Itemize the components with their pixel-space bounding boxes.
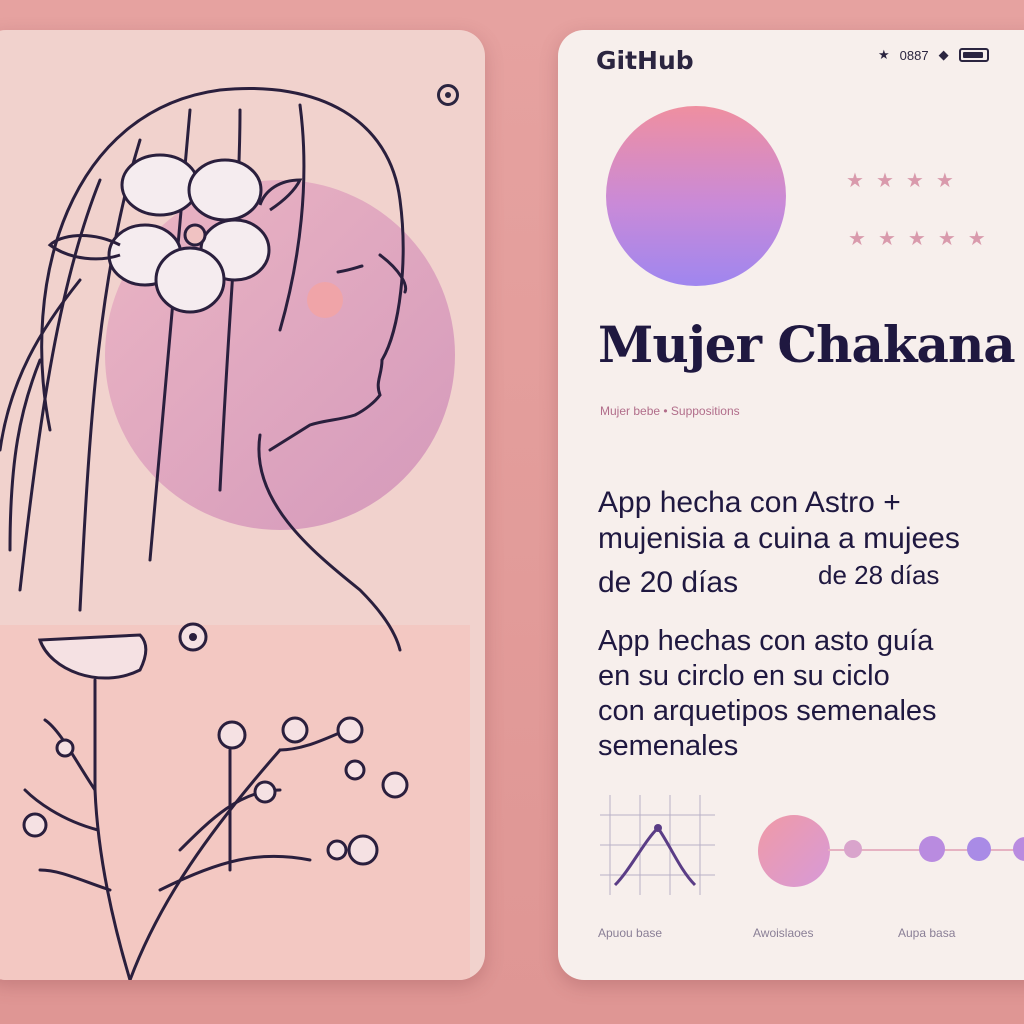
phase-indicator[interactable]: [758, 815, 830, 887]
subtitle: Mujer bebe • Suppositions: [600, 404, 740, 418]
battery-icon: [958, 48, 989, 62]
star-icon: ★: [935, 170, 954, 192]
description-block-2: App hechas con asto guía en su circlo en…: [598, 624, 937, 764]
star-icon: ★: [846, 170, 864, 192]
star-icon: ★: [967, 228, 986, 250]
star-icon: ★: [875, 170, 894, 192]
star-icon: ★: [907, 228, 926, 250]
phase-dot[interactable]: [919, 836, 945, 862]
cheek: [307, 282, 343, 318]
drop-icon: ◆: [938, 47, 949, 62]
footer-label[interactable]: Awoislaoes: [753, 926, 813, 940]
cycle-chart[interactable]: [600, 790, 720, 900]
description-block-1: App hecha con Astro + mujenisia a cuina …: [598, 485, 960, 599]
status-bar: ★ 0887 ◆: [878, 47, 989, 63]
brand-name[interactable]: GitHub: [596, 46, 694, 75]
page-title: Mujer Chakana: [598, 315, 1016, 374]
phase-dot[interactable]: [967, 837, 991, 861]
rating-row-1: ★ ★ ★ ★: [846, 168, 954, 193]
description-line: App hechas con asto guía: [598, 625, 934, 657]
description-line: semenales: [598, 730, 739, 762]
star-icon: ★: [937, 228, 956, 250]
star-icon: ★: [878, 47, 890, 62]
star-icon: ★: [848, 228, 866, 250]
description-line: con arquetipos semenales: [598, 695, 937, 727]
phase-dot[interactable]: [844, 840, 862, 858]
app-card: GitHub ★ 0887 ◆ ★ ★ ★ ★ ★ ★ ★ ★ ★ Mujer Chaka…: [558, 30, 1024, 980]
description-line: de 20 días: [598, 566, 739, 599]
description-line: de 28 días: [818, 560, 940, 590]
profile-orb[interactable]: [606, 106, 786, 286]
star-icon: ★: [877, 228, 896, 250]
rating-row-2: ★ ★ ★ ★ ★: [848, 226, 986, 251]
description-line: en su circlo en su ciclo: [598, 660, 890, 692]
description-line: mujenisia a cuina a mujees: [598, 522, 960, 555]
status-text: 0887: [899, 47, 929, 63]
woman-flower-illustration: [0, 87, 470, 980]
description-line: App hecha con Astro +: [598, 486, 901, 519]
phase-dot[interactable]: [1013, 837, 1024, 861]
footer-label[interactable]: Aupa basa: [898, 926, 955, 940]
illustration-card: [0, 30, 485, 980]
star-icon: ★: [905, 170, 924, 192]
footer-label[interactable]: Apuou base: [598, 926, 662, 940]
